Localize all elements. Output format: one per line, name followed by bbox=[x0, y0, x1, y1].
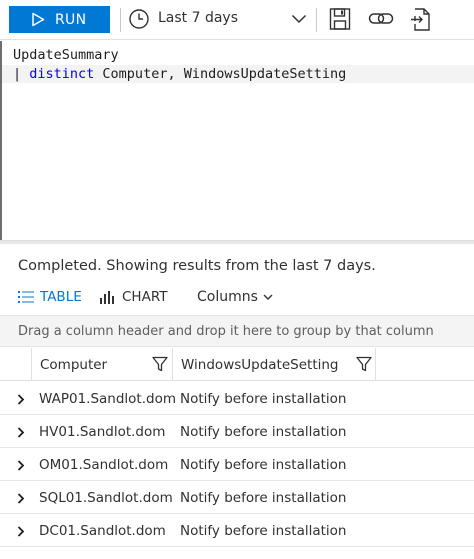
tab-table-label: TABLE bbox=[40, 289, 82, 305]
run-button[interactable]: RUN bbox=[9, 6, 110, 33]
group-by-panel[interactable]: Drag a column header and drop it here to… bbox=[0, 315, 474, 347]
chevron-right-icon[interactable] bbox=[17, 394, 25, 405]
cell-computer: HV01.Sandlot.dom bbox=[39, 424, 166, 440]
tab-table[interactable]: TABLE bbox=[18, 289, 82, 305]
column-header-computer[interactable]: Computer bbox=[31, 348, 172, 381]
group-by-hint: Drag a column header and drop it here to… bbox=[18, 324, 434, 339]
code-line-2: | distinct Computer, WindowsUpdateSettin… bbox=[13, 66, 346, 82]
cell-computer: OM01.Sandlot.dom bbox=[39, 457, 169, 473]
table-list-icon bbox=[18, 291, 34, 303]
chevron-right-icon[interactable] bbox=[17, 427, 25, 438]
toolbar-divider bbox=[316, 8, 317, 32]
table-row[interactable]: DC01.Sandlot.dom Notify before installat… bbox=[0, 514, 474, 547]
query-toolbar: RUN Last 7 days bbox=[0, 0, 474, 40]
table-row[interactable]: HV01.Sandlot.dom Notify before installat… bbox=[0, 415, 474, 448]
cell-update-setting: Notify before installation bbox=[180, 424, 347, 440]
tab-chart[interactable]: CHART bbox=[100, 289, 167, 305]
chevron-right-icon[interactable] bbox=[17, 526, 25, 537]
cell-computer: DC01.Sandlot.dom bbox=[39, 523, 166, 539]
code-table-name: UpdateSummary bbox=[13, 47, 119, 63]
play-icon bbox=[32, 12, 45, 27]
cell-update-setting: Notify before installation bbox=[180, 457, 347, 473]
chevron-down-icon[interactable] bbox=[291, 12, 307, 26]
filter-icon[interactable] bbox=[152, 356, 168, 372]
results-status: Completed. Showing results from the last… bbox=[18, 258, 376, 274]
column-header-windowsupdatesetting[interactable]: WindowsUpdateSetting bbox=[172, 348, 376, 381]
column-header-label: Computer bbox=[40, 357, 108, 373]
column-header-label: WindowsUpdateSetting bbox=[181, 357, 339, 373]
filter-icon[interactable] bbox=[356, 356, 372, 372]
tab-chart-label: CHART bbox=[122, 289, 168, 305]
cell-computer: SQL01.Sandlot.dom bbox=[39, 490, 173, 506]
export-icon[interactable] bbox=[410, 7, 432, 33]
save-icon[interactable] bbox=[329, 7, 351, 31]
cell-computer: WAP01.Sandlot.dom bbox=[39, 391, 176, 407]
query-editor[interactable]: UpdateSummary | distinct Computer, Windo… bbox=[0, 41, 474, 240]
link-icon[interactable] bbox=[368, 7, 394, 31]
code-columns: Computer, WindowsUpdateSetting bbox=[94, 66, 347, 82]
cell-update-setting: Notify before installation bbox=[180, 391, 347, 407]
columns-menu[interactable]: Columns bbox=[197, 289, 279, 305]
code-pipe: | bbox=[13, 66, 30, 82]
run-button-label: RUN bbox=[55, 11, 87, 28]
pane-splitter[interactable] bbox=[0, 240, 474, 244]
columns-menu-label: Columns bbox=[197, 289, 258, 305]
time-range-selector[interactable]: Last 7 days bbox=[158, 10, 238, 26]
table-row[interactable]: WAP01.Sandlot.dom Notify before installa… bbox=[0, 382, 474, 415]
cell-update-setting: Notify before installation bbox=[180, 523, 347, 539]
chevron-down-icon bbox=[263, 294, 273, 300]
results-grid-header: Computer WindowsUpdateSetting bbox=[0, 348, 474, 381]
table-row[interactable]: SQL01.Sandlot.dom Notify before installa… bbox=[0, 481, 474, 514]
chevron-right-icon[interactable] bbox=[17, 460, 25, 471]
code-line-1: UpdateSummary bbox=[13, 47, 119, 63]
cell-update-setting: Notify before installation bbox=[180, 490, 347, 506]
bar-chart-icon bbox=[100, 291, 114, 304]
toolbar-divider bbox=[120, 8, 121, 32]
chevron-right-icon[interactable] bbox=[17, 493, 25, 504]
clock-icon bbox=[129, 9, 149, 29]
code-keyword: distinct bbox=[29, 66, 95, 82]
table-row[interactable]: OM01.Sandlot.dom Notify before installat… bbox=[0, 448, 474, 481]
